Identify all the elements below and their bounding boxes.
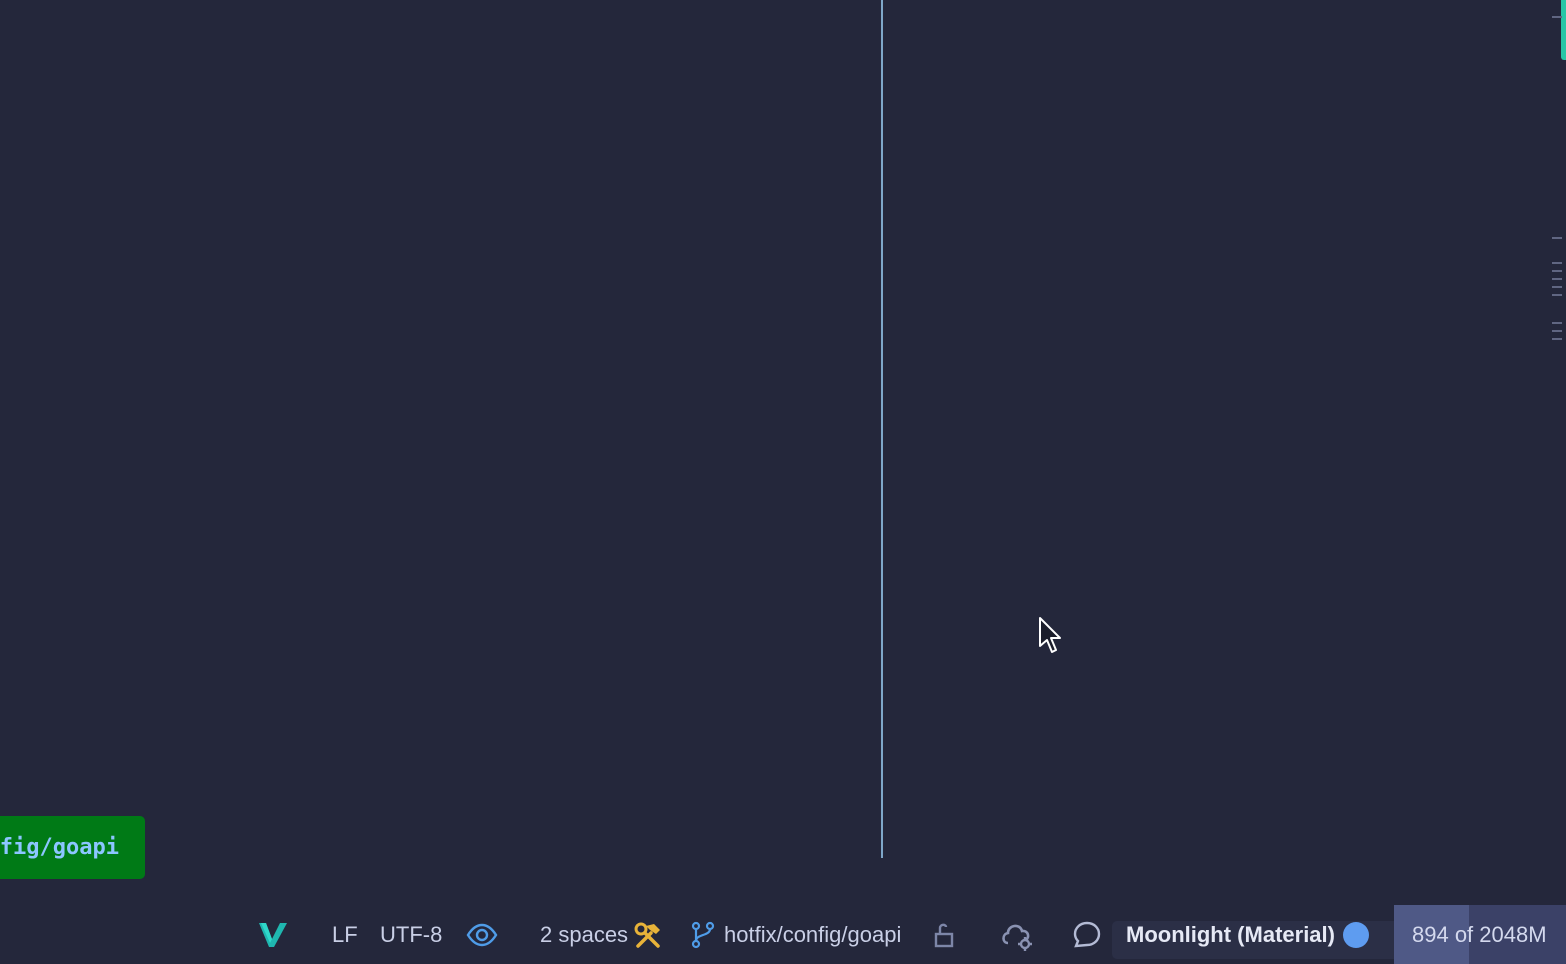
error-stripe-mark[interactable] <box>1552 16 1562 18</box>
error-stripe-mark[interactable] <box>1552 338 1562 340</box>
unlocked-padlock-icon <box>934 923 954 947</box>
hammer-wrench-icon <box>634 922 661 948</box>
editor-area[interactable]: fig/goapi <box>0 0 1566 905</box>
eye-icon <box>466 923 498 946</box>
error-stripe-mark[interactable] <box>1552 278 1562 280</box>
chat-bubble-icon <box>1073 921 1101 947</box>
error-stripe-mark[interactable] <box>1552 286 1562 288</box>
branch-notification-popup[interactable]: fig/goapi <box>0 816 145 879</box>
error-stripe-mark[interactable] <box>1552 262 1562 264</box>
git-branch-widget[interactable]: hotfix/config/goapi <box>690 905 901 964</box>
right-margin-guide <box>881 0 883 858</box>
scrollbar-change-marker[interactable] <box>1561 0 1566 60</box>
inspection-widget[interactable] <box>1000 905 1036 964</box>
memory-indicator[interactable]: 894 of 2048M <box>1394 905 1566 964</box>
error-stripe-mark[interactable] <box>1552 330 1562 332</box>
vue-icon <box>259 922 287 947</box>
line-separator-widget[interactable]: LF <box>332 905 358 964</box>
line-separator-label: LF <box>332 921 358 947</box>
theme-switcher[interactable]: Moonlight (Material) <box>1126 905 1369 964</box>
git-branch-icon <box>691 921 715 948</box>
vue-plugin-widget[interactable] <box>257 905 289 964</box>
file-lock-toggle[interactable] <box>932 905 958 964</box>
indent-widget[interactable]: 2 spaces <box>540 905 662 964</box>
indent-label: 2 spaces <box>540 921 629 947</box>
ai-assistant-widget[interactable] <box>1072 905 1102 964</box>
encoding-label: UTF-8 <box>380 921 443 947</box>
error-stripe-mark[interactable] <box>1552 270 1562 272</box>
theme-color-dot <box>1342 921 1369 948</box>
memory-label: 894 of 2048M <box>1412 921 1547 947</box>
error-stripe-mark[interactable] <box>1552 322 1562 324</box>
theme-label: Moonlight (Material) <box>1126 921 1335 947</box>
mouse-pointer-icon <box>1039 617 1061 653</box>
branch-label: hotfix/config/goapi <box>724 921 902 947</box>
cloud-gear-icon <box>1002 924 1032 951</box>
encoding-widget[interactable]: UTF-8 <box>380 905 442 964</box>
branch-popup-text: fig/goapi <box>0 835 119 860</box>
error-stripe-mark[interactable] <box>1552 237 1562 239</box>
error-stripe-mark[interactable] <box>1552 294 1562 296</box>
readonly-toggle[interactable] <box>466 905 498 964</box>
